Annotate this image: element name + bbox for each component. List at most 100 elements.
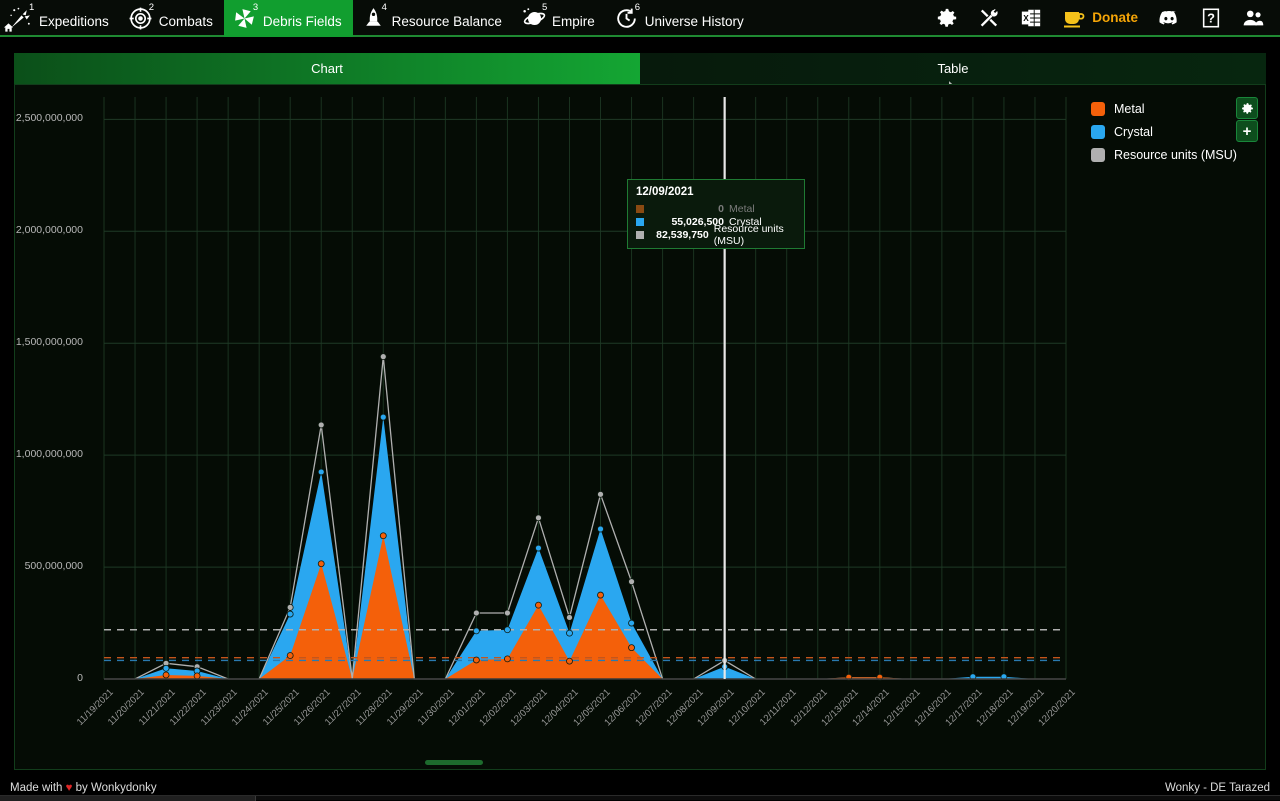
point-crystal — [317, 468, 325, 476]
tooltip-value-resource-units: 82,539,750 — [656, 228, 709, 241]
point-resource-units — [286, 603, 294, 611]
help-button[interactable]: ? — [1190, 0, 1232, 36]
people-icon — [1243, 10, 1264, 25]
nav-label-expeditions: Expeditions — [39, 13, 109, 29]
point-crystal — [379, 413, 387, 421]
discord-button[interactable] — [1148, 0, 1190, 36]
legend-label-crystal: Crystal — [1114, 124, 1153, 139]
point-crystal — [628, 619, 635, 627]
point-crystal — [286, 610, 294, 618]
point-crystal — [162, 664, 170, 672]
excel-icon: X — [1022, 9, 1041, 26]
point-metal — [566, 657, 573, 665]
chart-areas — [104, 417, 1066, 679]
point-metal — [379, 532, 387, 540]
legend-label-metal: Metal — [1114, 101, 1145, 116]
accounts-button[interactable] — [1232, 0, 1274, 36]
point-resource-units — [472, 609, 480, 617]
coffee-cup-icon — [1064, 11, 1085, 27]
nav-shortcut-number: 5 — [541, 2, 548, 13]
footer-credit-prefix: Made with — [10, 781, 66, 794]
point-crystal — [597, 525, 604, 533]
tooltip-row-metal: 0 Metal — [636, 202, 796, 215]
tooltip-swatch-resource-units — [636, 230, 644, 239]
chart-settings-button[interactable] — [1236, 97, 1258, 119]
tooltip-name-resource-units: Resource units (MSU) — [713, 222, 784, 247]
legend-item-crystal[interactable]: Crystal — [1091, 120, 1241, 143]
point-metal — [286, 652, 294, 659]
chart-legend: Metal Crystal Resource units (MSU) — [1091, 97, 1241, 166]
footer-account: Wonky - DE Tarazed — [1164, 781, 1270, 794]
tab-table[interactable]: Table — [640, 53, 1266, 93]
point-resource-units — [628, 578, 635, 586]
legend-swatch-resource-units — [1091, 147, 1105, 162]
nav-shortcut-number: 6 — [634, 2, 640, 13]
tooltip-row-resource-units: 82,539,750 Resource units (MSU) — [636, 223, 796, 247]
chart-panel: 0 500,000,000 1,000,000,000 1,500,000,000 2,… — [14, 84, 1266, 770]
donate-button[interactable]: Donate — [1052, 0, 1148, 36]
point-metal — [597, 591, 604, 599]
export-excel-button[interactable]: X — [1010, 0, 1052, 36]
y-tick-label: 1,500,000,000 — [15, 336, 83, 349]
point-metal — [472, 656, 480, 664]
point-resource-units — [566, 614, 573, 621]
nav-label-combats: Combats — [158, 13, 213, 29]
nav-shortcut-number: 3 — [252, 2, 259, 13]
horizontal-scrollbar[interactable] — [425, 760, 483, 765]
footer-credit: Made with ♥ by Wonkydonky — [10, 782, 157, 794]
settings-button[interactable] — [926, 0, 968, 36]
nav-item-debris-fields[interactable]: 3 Debris Fields — [223, 0, 353, 37]
point-crystal — [472, 627, 480, 635]
nav-shortcut-number: 1 — [29, 2, 35, 13]
y-tick-label: 500,000,000 — [24, 560, 83, 573]
y-tick-label: 2,000,000,000 — [15, 224, 83, 237]
legend-item-metal[interactable]: Metal — [1091, 97, 1241, 120]
hammer-wrench-icon — [980, 8, 998, 27]
nav-shortcut-number: 2 — [148, 2, 155, 13]
chart-add-button[interactable]: + — [1236, 120, 1258, 142]
nav-label-universe-history: Universe History — [644, 13, 744, 29]
y-tick-label: 0 — [77, 672, 83, 684]
point-crystal — [566, 629, 573, 637]
legend-item-resource-units[interactable]: Resource units (MSU) — [1091, 143, 1241, 166]
tooltip-swatch-metal — [636, 204, 644, 213]
chart-tooltip: 12/09/2021 0 Metal 55,026,500 Crystal 82… — [627, 179, 805, 249]
y-tick-label: 2,500,000,000 — [15, 112, 83, 125]
tooltip-name-metal: Metal — [729, 202, 755, 215]
os-taskbar — [0, 795, 1280, 801]
y-tick-label: 1,000,000,000 — [15, 448, 83, 461]
point-metal — [317, 560, 325, 568]
point-crystal — [504, 626, 511, 634]
tools-button[interactable] — [968, 0, 1010, 36]
nav-item-expeditions[interactable]: 1 Expeditions — [0, 0, 120, 37]
nav-label-resource-balance: Resource Balance — [391, 13, 502, 29]
donate-label: Donate — [1092, 10, 1138, 25]
gear-icon — [1241, 102, 1253, 114]
top-navigation-bar: 1 Expeditions 2 Combats 3 Debris Fields … — [0, 0, 1280, 37]
tooltip-date: 12/09/2021 — [636, 186, 694, 198]
nav-label-debris-fields: Debris Fields — [262, 13, 342, 29]
point-resource-units — [504, 609, 511, 617]
tab-chart[interactable]: Chart — [14, 53, 640, 84]
tooltip-swatch-crystal — [636, 217, 644, 226]
nav-item-resource-balance[interactable]: 4 Resource Balance — [353, 0, 513, 37]
nav-label-empire: Empire — [551, 13, 595, 29]
tooltip-value-metal: 0 — [718, 202, 724, 215]
nav-item-combats[interactable]: 2 Combats — [120, 0, 224, 37]
tab-table-label: Table — [937, 61, 969, 76]
plus-icon: + — [1242, 122, 1252, 140]
question-mark-icon: ? — [1202, 8, 1220, 27]
legend-swatch-metal — [1091, 101, 1105, 116]
point-metal — [193, 672, 201, 680]
point-metal — [162, 671, 170, 679]
nav-item-universe-history[interactable]: 6 Universe History — [606, 0, 755, 37]
point-metal — [535, 601, 542, 609]
discord-icon — [1159, 10, 1177, 25]
point-resource-units — [535, 514, 542, 522]
nav-item-empire[interactable]: 5 Empire — [513, 0, 606, 37]
view-tabs: Chart Table — [14, 53, 1266, 93]
toolbar-right: X Donate ? — [926, 0, 1280, 35]
taskbar-window-item[interactable] — [0, 796, 256, 801]
gear-icon — [938, 8, 957, 27]
tab-chart-label: Chart — [311, 61, 343, 76]
